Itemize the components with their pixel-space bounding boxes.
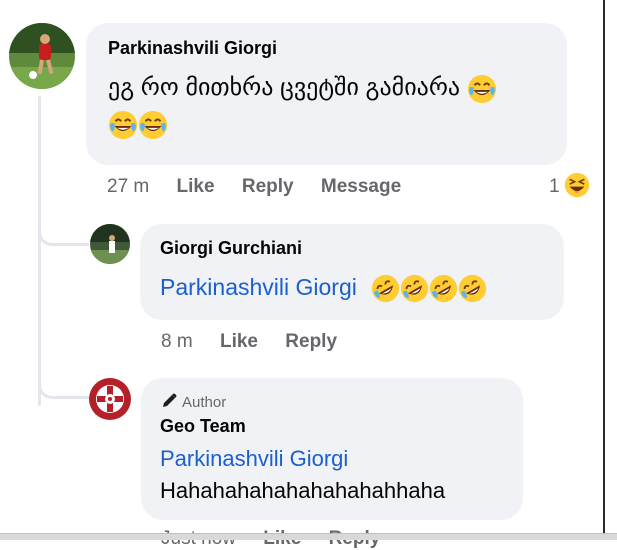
window-border-bottom: [0, 533, 617, 540]
reply-bubble[interactable]: Giorgi Gurchiani Parkinashvili Giorgi: [140, 224, 564, 320]
comment-text: Parkinashvili Giorgi: [160, 272, 544, 303]
comment-author[interactable]: Giorgi Gurchiani: [160, 238, 544, 259]
pencil-icon: [163, 393, 177, 407]
face-with-tears-of-joy-icon: [467, 74, 497, 104]
avatar[interactable]: [90, 224, 130, 264]
reply-button[interactable]: Reply: [285, 331, 337, 352]
comment-text: ეგ რო მითხრა ცვეტში გამიარა: [108, 73, 545, 104]
rolling-on-the-floor-laughing-icon: [429, 274, 458, 303]
comment-text-content: ეგ რო მითხრა ცვეტში გამიარა: [108, 74, 461, 101]
comment-time: 8 m: [161, 331, 193, 352]
message-button[interactable]: Message: [321, 176, 401, 197]
comment-bubble[interactable]: Parkinashvili Giorgi ეგ რო მითხრა ცვეტში…: [86, 23, 567, 165]
thread-line: [38, 96, 41, 406]
reply-connector: [38, 374, 89, 399]
comment-time: 27 m: [107, 176, 150, 197]
mention-link[interactable]: Parkinashvili Giorgi: [160, 446, 348, 471]
comment-author[interactable]: Parkinashvili Giorgi: [108, 38, 545, 59]
face-with-tears-of-joy-icon: [108, 110, 138, 140]
grinning-squinting-face-icon: [564, 172, 590, 198]
rolling-on-the-floor-laughing-icon: [371, 274, 400, 303]
reply-connector: [38, 221, 89, 246]
reaction-summary[interactable]: 1: [549, 176, 590, 198]
comment-text: Hahahahahahahahahahhaha: [160, 478, 446, 503]
reply-button[interactable]: Reply: [242, 176, 294, 197]
avatar[interactable]: [9, 23, 75, 89]
comment-author[interactable]: Geo Team: [160, 416, 504, 437]
comment-actions: 27 m Like Reply Message: [107, 176, 423, 198]
comment-mention-line: Parkinashvili Giorgi: [160, 445, 504, 473]
comment-actions: 8 m Like Reply: [161, 331, 359, 353]
mention-link[interactable]: Parkinashvili Giorgi: [160, 274, 357, 300]
rolling-on-the-floor-laughing-icon: [400, 274, 429, 303]
author-badge: Author: [160, 392, 504, 412]
reply-bubble[interactable]: Author Geo Team Parkinashvili Giorgi Hah…: [141, 378, 523, 520]
reaction-count: 1: [549, 176, 560, 198]
face-with-tears-of-joy-icon: [138, 110, 168, 140]
rolling-on-the-floor-laughing-icon: [458, 274, 487, 303]
avatar[interactable]: [89, 378, 131, 420]
like-button[interactable]: Like: [220, 331, 258, 352]
like-button[interactable]: Like: [177, 176, 215, 197]
emoji-row: [108, 110, 545, 140]
window-border-right: [603, 0, 605, 540]
author-badge-label: Author: [182, 394, 227, 411]
